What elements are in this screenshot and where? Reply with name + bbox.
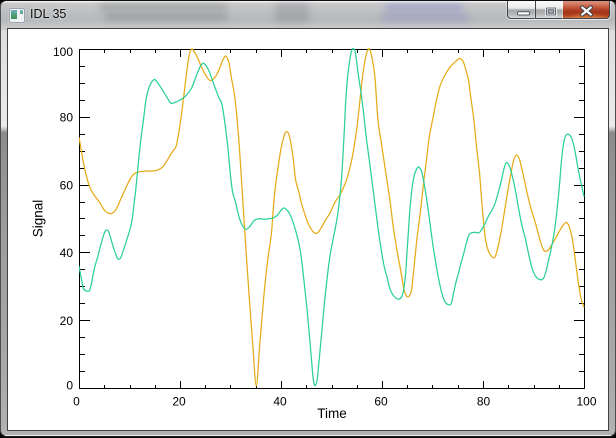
svg-text:Time: Time xyxy=(317,406,347,421)
svg-text:60: 60 xyxy=(374,395,388,409)
svg-text:20: 20 xyxy=(172,395,186,409)
svg-text:40: 40 xyxy=(60,246,74,260)
svg-text:100: 100 xyxy=(53,45,73,59)
svg-text:100: 100 xyxy=(576,395,596,409)
svg-text:0: 0 xyxy=(73,395,80,409)
svg-text:60: 60 xyxy=(60,178,74,192)
svg-text:80: 80 xyxy=(477,395,491,409)
svg-text:80: 80 xyxy=(60,111,74,125)
svg-text:0: 0 xyxy=(66,379,73,393)
svg-text:20: 20 xyxy=(60,314,74,328)
svg-text:40: 40 xyxy=(273,395,287,409)
svg-text:Signal: Signal xyxy=(31,200,46,238)
